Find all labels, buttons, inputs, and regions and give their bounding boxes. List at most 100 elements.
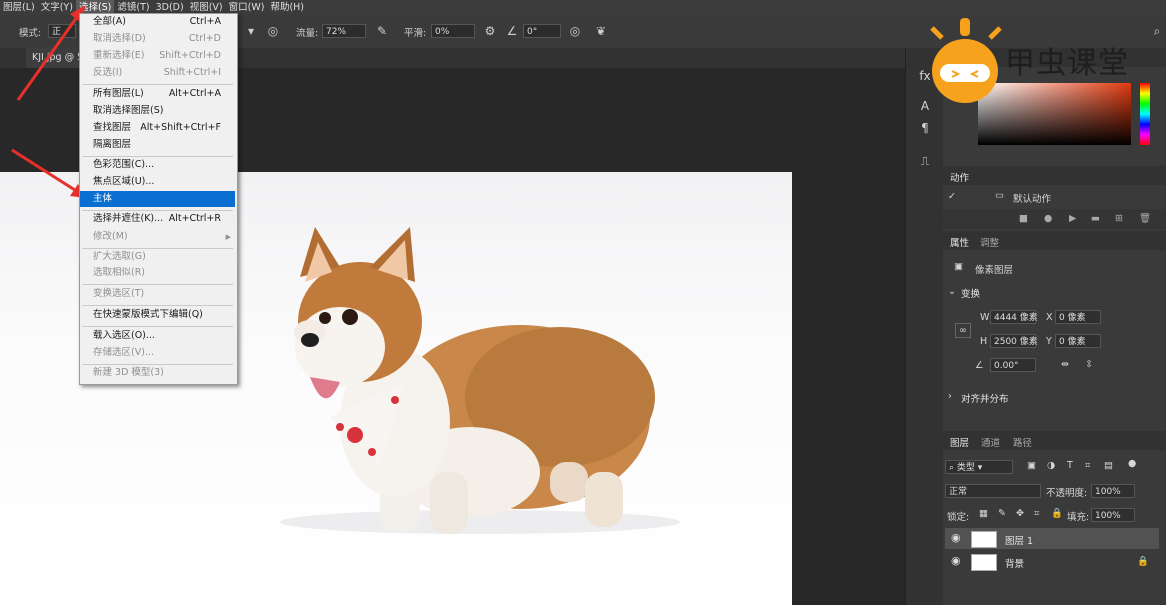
layer-row[interactable]: ◉ 背景 🔒: [945, 551, 1159, 572]
channels-tab[interactable]: 通道: [981, 435, 1000, 449]
chevron-down-icon[interactable]: ▾: [244, 24, 258, 38]
filter-shape-icon[interactable]: ⌗: [1085, 460, 1090, 471]
fill-field[interactable]: 100%: [1091, 508, 1135, 522]
menu-item-inverse[interactable]: 反选(I) Shift+Ctrl+I: [80, 65, 235, 81]
default-actions-item[interactable]: 默认动作: [1013, 191, 1051, 205]
smooth-field[interactable]: 0%: [431, 24, 475, 38]
checkmark-icon[interactable]: ✓: [948, 191, 956, 202]
menu-separator: [82, 84, 233, 85]
select-menu: 全部(A) Ctrl+A 取消选择(D) Ctrl+D 重新选择(E) Shift+C…: [79, 13, 238, 385]
x-field[interactable]: 0 像素: [1055, 310, 1101, 324]
menu-item-select-all[interactable]: 全部(A) Ctrl+A: [80, 14, 235, 30]
menu-item-new-3d-model[interactable]: 新建 3D 模型(3): [80, 365, 235, 381]
lock-transparency-icon[interactable]: ▦: [979, 508, 988, 519]
menu-item-select-and-mask[interactable]: 选择并遮住(K)... Alt+Ctrl+R: [80, 211, 235, 227]
opacity-label: 不透明度:: [1046, 488, 1088, 499]
w-label: W: [980, 312, 990, 323]
menu-item-quick-mask[interactable]: 在快速蒙版模式下编辑(Q): [80, 307, 235, 323]
filter-pixel-icon[interactable]: ▣: [1027, 460, 1036, 471]
menu-help[interactable]: 帮助(H): [267, 0, 307, 15]
play-icon[interactable]: ▶: [1069, 213, 1076, 224]
chevron-right-icon: ▶: [225, 233, 231, 241]
h-label: H: [980, 336, 988, 347]
lock-icon: 🔒: [1137, 556, 1149, 567]
lock-artboard-icon[interactable]: ⌗: [1034, 508, 1039, 519]
opacity-field[interactable]: 100%: [1091, 484, 1135, 498]
layer-row[interactable]: ◉ 图层 1: [945, 528, 1159, 549]
lock-position-icon[interactable]: ✥: [1016, 508, 1024, 519]
filter-toggle-icon[interactable]: ●: [1128, 458, 1136, 469]
angle-icon: ∠: [975, 360, 984, 371]
layers-tab[interactable]: 图层: [950, 435, 969, 449]
x-label: X: [1046, 312, 1053, 323]
angle-icon: ∠: [506, 24, 518, 38]
menu-item-deselect-layers[interactable]: 取消选择图层(S): [80, 103, 235, 119]
lock-pixels-icon[interactable]: ✎: [998, 508, 1006, 519]
flow-field[interactable]: 72%: [322, 24, 366, 38]
flip-vertical-icon[interactable]: ⇳: [1085, 359, 1093, 370]
flip-horizontal-icon[interactable]: ⇹: [1061, 359, 1069, 370]
chevron-right-icon[interactable]: ›: [948, 391, 952, 402]
eye-icon[interactable]: ◉: [951, 531, 961, 544]
menu-item-color-range[interactable]: 色彩范围(C)...: [80, 157, 235, 173]
blend-mode-select[interactable]: 正常: [945, 484, 1041, 498]
lock-all-icon[interactable]: 🔒: [1051, 508, 1063, 519]
new-set-icon[interactable]: ▬: [1091, 213, 1100, 224]
paragraph-icon[interactable]: ¶: [917, 120, 933, 136]
height-field[interactable]: 2500 像素: [990, 334, 1038, 348]
menu-item-save-selection[interactable]: 存储选区(V)...: [80, 345, 235, 361]
menu-item-find-layers[interactable]: 查找图层 Alt+Shift+Ctrl+F: [80, 120, 235, 136]
y-field[interactable]: 0 像素: [1055, 334, 1101, 348]
layer-kind-filter[interactable]: ⌕ 类型 ▾: [945, 460, 1013, 474]
rotation-field[interactable]: 0.00°: [990, 358, 1036, 372]
paths-tab[interactable]: 路径: [1013, 435, 1032, 449]
menu-item-deselect[interactable]: 取消选择(D) Ctrl+D: [80, 31, 235, 47]
link-icon[interactable]: ∞: [955, 323, 971, 338]
menu-item-transform-selection[interactable]: 变换选区(T): [80, 286, 235, 302]
menu-item-subject[interactable]: 主体: [80, 191, 235, 207]
airbrush-icon[interactable]: ✎: [375, 24, 389, 38]
chevron-down-icon[interactable]: ⌄: [948, 286, 956, 297]
layer-thumbnail: [971, 554, 997, 571]
menu-item-grow[interactable]: 扩大选取(G): [80, 249, 235, 265]
new-action-icon[interactable]: ⊞: [1115, 213, 1123, 224]
align-title[interactable]: 对齐并分布: [961, 391, 1009, 405]
filter-adjustment-icon[interactable]: ◑: [1047, 460, 1055, 471]
menu-item-similar[interactable]: 选取相似(R): [80, 265, 235, 281]
pressure-opacity-icon[interactable]: ◎: [266, 24, 280, 38]
menu-separator: [82, 284, 233, 285]
smooth-label: 平滑:: [404, 28, 427, 39]
symmetry-icon[interactable]: ❦: [594, 24, 608, 38]
transform-title[interactable]: 变换: [961, 286, 980, 300]
menu-item-focus-area[interactable]: 焦点区域(U)...: [80, 174, 235, 190]
angle-field[interactable]: 0°: [523, 24, 561, 38]
width-field[interactable]: 4444 像素: [990, 310, 1038, 324]
adjustments-tab[interactable]: 调整: [980, 235, 999, 249]
layers-panel-header: 图层 通道 路径: [943, 431, 1166, 450]
pixel-layer-label: 像素图层: [975, 265, 1014, 276]
layer-name[interactable]: 图层 1: [1005, 533, 1033, 547]
panel-icon-strip: fx A ¶ ⎍: [905, 48, 943, 605]
stop-icon[interactable]: ■: [1019, 213, 1028, 224]
trash-icon[interactable]: 🗑: [1139, 213, 1151, 224]
eye-icon[interactable]: ◉: [951, 554, 961, 567]
filter-smart-object-icon[interactable]: ▤: [1104, 460, 1113, 471]
lock-label: 锁定:: [947, 512, 970, 523]
properties-tab[interactable]: 属性: [950, 235, 969, 249]
menu-item-modify[interactable]: 修改(M) ▶: [80, 229, 235, 245]
layer-name[interactable]: 背景: [1005, 556, 1024, 570]
flow-label: 流量:: [296, 28, 319, 39]
folder-icon: ▭: [995, 190, 1004, 201]
menu-item-isolate-layers[interactable]: 隔离图层: [80, 137, 235, 153]
pressure-size-icon[interactable]: ◎: [568, 24, 582, 38]
menu-item-reselect[interactable]: 重新选择(E) Shift+Ctrl+D: [80, 48, 235, 64]
menu-item-all-layers[interactable]: 所有图层(L) Alt+Ctrl+A: [80, 86, 235, 102]
image-icon: ▣: [954, 261, 963, 272]
menu-item-load-selection[interactable]: 载入选区(O)...: [80, 328, 235, 344]
record-icon[interactable]: ●: [1044, 213, 1052, 224]
adjust-icon[interactable]: ⎍: [917, 153, 933, 169]
gear-icon[interactable]: ⚙: [483, 24, 497, 38]
properties-panel-header: 属性 调整: [943, 231, 1166, 250]
filter-type-icon[interactable]: T: [1067, 460, 1073, 471]
actions-title[interactable]: 动作: [950, 170, 969, 184]
